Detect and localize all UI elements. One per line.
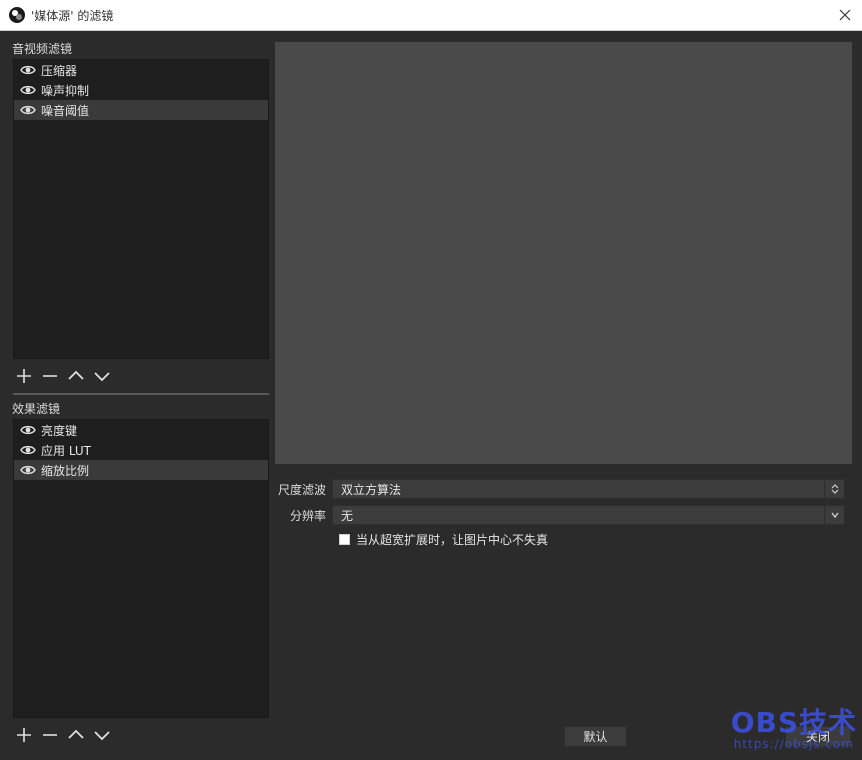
minus-icon bbox=[43, 734, 57, 736]
effect-filters-list[interactable]: 亮度键 应用 LUT 缩放比例 bbox=[13, 419, 269, 718]
eye-icon[interactable] bbox=[20, 104, 36, 116]
chevron-down-icon bbox=[94, 731, 110, 741]
effect-filters-label: 效果滤镜 bbox=[12, 402, 61, 416]
undistort-option: 当从超宽扩展时，让图片中心不失真 bbox=[339, 531, 548, 548]
filter-label: 应用 LUT bbox=[41, 443, 92, 458]
audio-filters-toolbar bbox=[13, 364, 113, 388]
list-item-noise-gate[interactable]: 噪音阈值 bbox=[14, 100, 268, 120]
eye-icon[interactable] bbox=[20, 444, 36, 456]
resolution-value: 无 bbox=[341, 508, 354, 523]
audio-filters-label: 音视频滤镜 bbox=[12, 42, 73, 56]
chevron-down-icon[interactable] bbox=[824, 506, 844, 524]
audio-filters-list[interactable]: 压缩器 噪声抑制 噪音阈值 bbox=[13, 59, 269, 359]
list-item-luma-key[interactable]: 亮度键 bbox=[14, 420, 268, 440]
window-title: '媒体源' 的滤镜 bbox=[31, 8, 114, 23]
close-button[interactable]: 关闭 bbox=[785, 726, 851, 747]
filter-preview bbox=[275, 42, 852, 464]
add-filter-button[interactable] bbox=[13, 365, 35, 387]
remove-filter-button[interactable] bbox=[39, 365, 61, 387]
eye-icon[interactable] bbox=[20, 64, 36, 76]
move-up-button[interactable] bbox=[65, 724, 87, 746]
move-up-button[interactable] bbox=[65, 365, 87, 387]
eye-icon[interactable] bbox=[20, 464, 36, 476]
undistort-label: 当从超宽扩展时，让图片中心不失真 bbox=[356, 533, 549, 547]
undistort-checkbox[interactable] bbox=[339, 534, 350, 545]
scale-filter-select[interactable]: 双立方算法 bbox=[332, 479, 845, 499]
filter-label: 噪声抑制 bbox=[41, 83, 90, 98]
plus-icon bbox=[17, 728, 31, 742]
splitter-handle[interactable] bbox=[13, 393, 269, 395]
plus-icon bbox=[17, 369, 31, 383]
chevron-up-icon bbox=[68, 729, 84, 739]
scale-filter-value: 双立方算法 bbox=[341, 482, 402, 497]
close-icon bbox=[839, 9, 851, 21]
filter-label: 亮度键 bbox=[41, 423, 78, 438]
eye-icon[interactable] bbox=[20, 424, 36, 436]
list-item-compressor[interactable]: 压缩器 bbox=[14, 60, 268, 80]
title-bar: '媒体源' 的滤镜 bbox=[0, 0, 862, 31]
add-filter-button[interactable] bbox=[13, 724, 35, 746]
scale-filter-row: 尺度滤波 双立方算法 bbox=[275, 479, 845, 499]
list-item-noise-suppression[interactable]: 噪声抑制 bbox=[14, 80, 268, 100]
eye-icon[interactable] bbox=[20, 84, 36, 96]
chevron-down-icon bbox=[94, 372, 110, 382]
window-close-button[interactable] bbox=[836, 6, 854, 24]
filter-label: 压缩器 bbox=[41, 63, 78, 78]
spin-arrows-icon[interactable] bbox=[824, 480, 844, 498]
move-down-button[interactable] bbox=[91, 724, 113, 746]
filter-label: 噪音阈值 bbox=[41, 103, 90, 118]
resolution-row: 分辨率 无 bbox=[275, 505, 845, 525]
resolution-label: 分辨率 bbox=[289, 508, 326, 523]
chevron-up-icon bbox=[68, 370, 84, 380]
obs-app-icon bbox=[9, 7, 25, 23]
resolution-select[interactable]: 无 bbox=[332, 505, 845, 525]
dialog-content: 音视频滤镜 压缩器 噪声抑制 噪音阈值 效果滤镜 亮度键 应用 LUT 缩放比例… bbox=[0, 31, 862, 760]
remove-filter-button[interactable] bbox=[39, 724, 61, 746]
list-item-apply-lut[interactable]: 应用 LUT bbox=[14, 440, 268, 460]
scale-filter-label: 尺度滤波 bbox=[277, 482, 326, 497]
defaults-button[interactable]: 默认 bbox=[564, 726, 627, 747]
list-item-scaling[interactable]: 缩放比例 bbox=[14, 460, 268, 480]
filter-label: 缩放比例 bbox=[41, 463, 90, 478]
move-down-button[interactable] bbox=[91, 365, 113, 387]
effect-filters-toolbar bbox=[13, 723, 113, 747]
minus-icon bbox=[43, 375, 57, 377]
